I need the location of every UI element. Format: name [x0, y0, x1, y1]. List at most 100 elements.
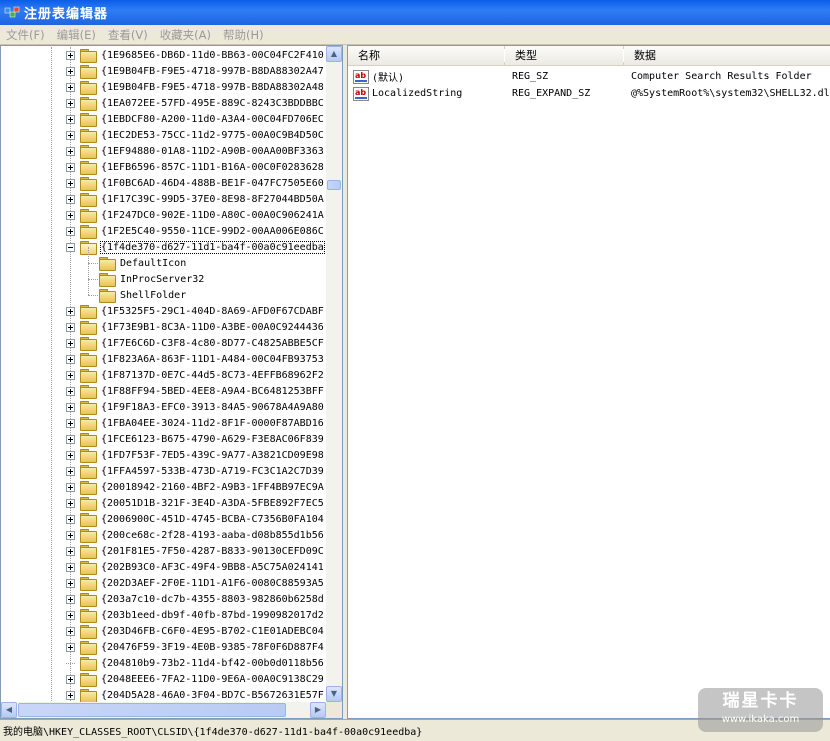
value-row-localizedstring[interactable]: ab LocalizedString REG_EXPAND_SZ @%System… — [348, 85, 830, 102]
scroll-right-button[interactable]: ▶ — [310, 702, 326, 718]
expand-plus-icon[interactable] — [66, 594, 75, 604]
menu-favorites[interactable]: 收藏夹(A) — [154, 27, 217, 43]
expand-plus-icon[interactable] — [66, 466, 75, 476]
tree-vertical-scroll-thumb[interactable] — [327, 180, 341, 190]
tree-node[interactable]: {1f4de370-d627-11d1-ba4f-00a0c91eedba — [66, 239, 325, 255]
expand-plus-icon[interactable] — [66, 114, 75, 124]
expand-plus-icon[interactable] — [66, 578, 75, 588]
tree-node[interactable]: {1F17C39C-99D5-37E0-8E98-8F27044BD50A — [66, 191, 324, 207]
expand-plus-icon[interactable] — [66, 338, 75, 348]
expand-plus-icon[interactable] — [66, 674, 75, 684]
key-tree-pane[interactable]: {1E9685E6-DB6D-11d0-BB63-00C04FC2F410 {1E… — [0, 45, 343, 719]
tree-node[interactable]: {1F7E6C6D-C3F8-4c80-8D77-C4825ABBE5CF — [66, 335, 324, 351]
tree-node[interactable]: {1F5325F5-29C1-404D-8A69-AFD0F67CDABF — [66, 303, 324, 319]
tree-node[interactable]: {202D3AEF-2F0E-11D1-A1F6-0080C88593A5 — [66, 575, 324, 591]
expand-plus-icon[interactable] — [66, 546, 75, 556]
expand-plus-icon[interactable] — [66, 50, 75, 60]
tree-node[interactable]: {204D5A28-46A0-3F04-BD7C-B5672631E57F — [66, 687, 324, 703]
expand-plus-icon[interactable] — [66, 82, 75, 92]
tree-node[interactable]: {20051D1B-321F-3E4D-A3DA-5FBE892F7EC5 — [66, 495, 324, 511]
expand-plus-icon[interactable] — [66, 66, 75, 76]
expand-plus-icon[interactable] — [66, 386, 75, 396]
tree-node[interactable]: {1EA072EE-57FD-495E-889C-8243C3BDDBBC — [66, 95, 324, 111]
tree-node[interactable]: {1E9B04FB-F9E5-4718-997B-B8DA88302A48 — [66, 79, 324, 95]
expand-plus-icon[interactable] — [66, 450, 75, 460]
tree-node[interactable]: {1F87137D-0E7C-44d5-8C73-4EFFB68962F2 — [66, 367, 324, 383]
tree-node[interactable]: {202B93C0-AF3C-49F4-9BB8-A5C75A024141 — [66, 559, 324, 575]
expand-plus-icon[interactable] — [66, 626, 75, 636]
scroll-up-button[interactable]: ▲ — [326, 46, 342, 62]
tree-node[interactable]: {1E9B04FB-F9E5-4718-997B-B8DA88302A47 — [66, 63, 324, 79]
menu-edit[interactable]: 编辑(E) — [51, 27, 102, 43]
expand-plus-icon[interactable] — [66, 514, 75, 524]
value-list-pane[interactable]: 名称 类型 数据 ab (默认) REG_SZ Computer Search R… — [347, 45, 830, 719]
menu-view[interactable]: 查看(V) — [102, 27, 154, 43]
tree-node[interactable]: {203D46FB-C6F0-4E95-B702-C1E01ADEBC04 — [66, 623, 324, 639]
tree-child-node[interactable]: InProcServer32 — [99, 271, 204, 287]
tree-node[interactable]: {203a7c10-dc7b-4355-8803-982860b6258d — [66, 591, 324, 607]
tree-node[interactable]: {1F2E5C40-9550-11CE-99D2-00AA006E086C — [66, 223, 324, 239]
expand-plus-icon[interactable] — [66, 370, 75, 380]
title-bar[interactable]: 注册表编辑器 — [0, 0, 830, 25]
tree-node[interactable]: {200ce68c-2f28-4193-aaba-d08b855d1b56 — [66, 527, 324, 543]
tree-vertical-scrollbar[interactable]: ▲ ▼ — [326, 46, 342, 702]
expand-plus-icon[interactable] — [66, 162, 75, 172]
scroll-left-button[interactable]: ◀ — [1, 702, 17, 718]
tree-node[interactable]: {1F823A6A-863F-11D1-A484-00C04FB93753 — [66, 351, 324, 367]
tree-node[interactable]: {1EC2DE53-75CC-11d2-9775-00A0C9B4D50C — [66, 127, 324, 143]
tree-node[interactable]: {1EFB6596-857C-11D1-B16A-00C0F0283628 — [66, 159, 324, 175]
tree-node[interactable]: {1EBDCF80-A200-11d0-A3A4-00C04FD706EC — [66, 111, 324, 127]
expand-plus-icon[interactable] — [66, 562, 75, 572]
tree-node[interactable]: {204810b9-73b2-11d4-bf42-00b0d0118b56 — [66, 655, 324, 671]
menu-help[interactable]: 帮助(H) — [217, 27, 270, 43]
expand-plus-icon[interactable] — [66, 434, 75, 444]
tree-node[interactable]: {1FD7F53F-7ED5-439C-9A77-A3821CD09E98 — [66, 447, 324, 463]
tree-node[interactable]: {2006900C-451D-4745-BCBA-C7356B0FA104 — [66, 511, 324, 527]
tree-node[interactable]: {20018942-2160-4BF2-A9B3-1FF4BB97EC9A — [66, 479, 324, 495]
expand-plus-icon[interactable] — [66, 130, 75, 140]
expand-plus-icon[interactable] — [66, 498, 75, 508]
expand-plus-icon[interactable] — [66, 98, 75, 108]
tree-node[interactable]: {2048EEE6-7FA2-11D0-9E6A-00A0C9138C29 — [66, 671, 324, 687]
tree-node[interactable]: {1EF94880-01A8-11D2-A90B-00AA00BF3363 — [66, 143, 324, 159]
menu-file[interactable]: 文件(F) — [0, 27, 51, 43]
expand-plus-icon[interactable] — [66, 146, 75, 156]
expand-plus-icon[interactable] — [66, 210, 75, 220]
tree-node[interactable]: {201F81E5-7F50-4287-B833-90130CEFD09C — [66, 543, 324, 559]
tree-node[interactable]: {1F247DC0-902E-11D0-A80C-00A0C906241A — [66, 207, 324, 223]
tree-node[interactable]: {1F0BC6AD-46D4-488B-BE1F-047FC7505E60 — [66, 175, 324, 191]
expand-plus-icon[interactable] — [66, 226, 75, 236]
expand-plus-icon[interactable] — [66, 402, 75, 412]
value-row-default[interactable]: ab (默认) REG_SZ Computer Search Results Fo… — [348, 68, 830, 85]
expand-plus-icon[interactable] — [66, 306, 75, 316]
column-header-name[interactable]: 名称 — [348, 46, 505, 66]
expand-plus-icon[interactable] — [66, 482, 75, 492]
expand-plus-icon[interactable] — [66, 178, 75, 188]
expand-plus-icon[interactable] — [66, 690, 75, 700]
tree-node[interactable]: {1FCE6123-B675-4790-A629-F3E8AC06F839 — [66, 431, 324, 447]
tree-horizontal-scroll-thumb[interactable] — [18, 703, 286, 717]
tree-node[interactable]: {1F73E9B1-8C3A-11D0-A3BE-00A0C9244436 — [66, 319, 324, 335]
tree-node[interactable]: {20476F59-3F19-4E0B-9385-78F0F6D887F4 — [66, 639, 324, 655]
tree-node-label: {1E9B04FB-F9E5-4718-997B-B8DA88302A48 — [101, 81, 324, 93]
tree-node[interactable]: {1F88FF94-5BED-4EE8-A9A4-BC6481253BFF — [66, 383, 324, 399]
expand-plus-icon[interactable] — [66, 194, 75, 204]
expand-plus-icon[interactable] — [66, 642, 75, 652]
tree-node[interactable]: {1E9685E6-DB6D-11d0-BB63-00C04FC2F410 — [66, 47, 324, 63]
tree-child-node[interactable]: DefaultIcon — [99, 255, 186, 271]
expand-plus-icon[interactable] — [66, 354, 75, 364]
tree-node[interactable]: {203b1eed-db9f-40fb-87bd-1990982017d2 — [66, 607, 324, 623]
expand-plus-icon[interactable] — [66, 610, 75, 620]
column-header-data[interactable]: 数据 — [624, 46, 830, 66]
collapse-minus-icon[interactable] — [66, 242, 75, 252]
tree-horizontal-scrollbar[interactable]: ◀ ▶ — [1, 702, 326, 718]
tree-child-node[interactable]: ShellFolder — [99, 287, 186, 303]
expand-plus-icon[interactable] — [66, 530, 75, 540]
column-header-type[interactable]: 类型 — [505, 46, 624, 66]
expand-plus-icon[interactable] — [66, 418, 75, 428]
expand-plus-icon[interactable] — [66, 322, 75, 332]
tree-node[interactable]: {1FFA4597-533B-473D-A719-FC3C1A2C7D39 — [66, 463, 324, 479]
tree-node[interactable]: {1FBA04EE-3024-11d2-8F1F-0000F87ABD16 — [66, 415, 324, 431]
scroll-down-button[interactable]: ▼ — [326, 686, 342, 702]
tree-node[interactable]: {1F9F18A3-EFC0-3913-84A5-90678A4A9A80 — [66, 399, 324, 415]
